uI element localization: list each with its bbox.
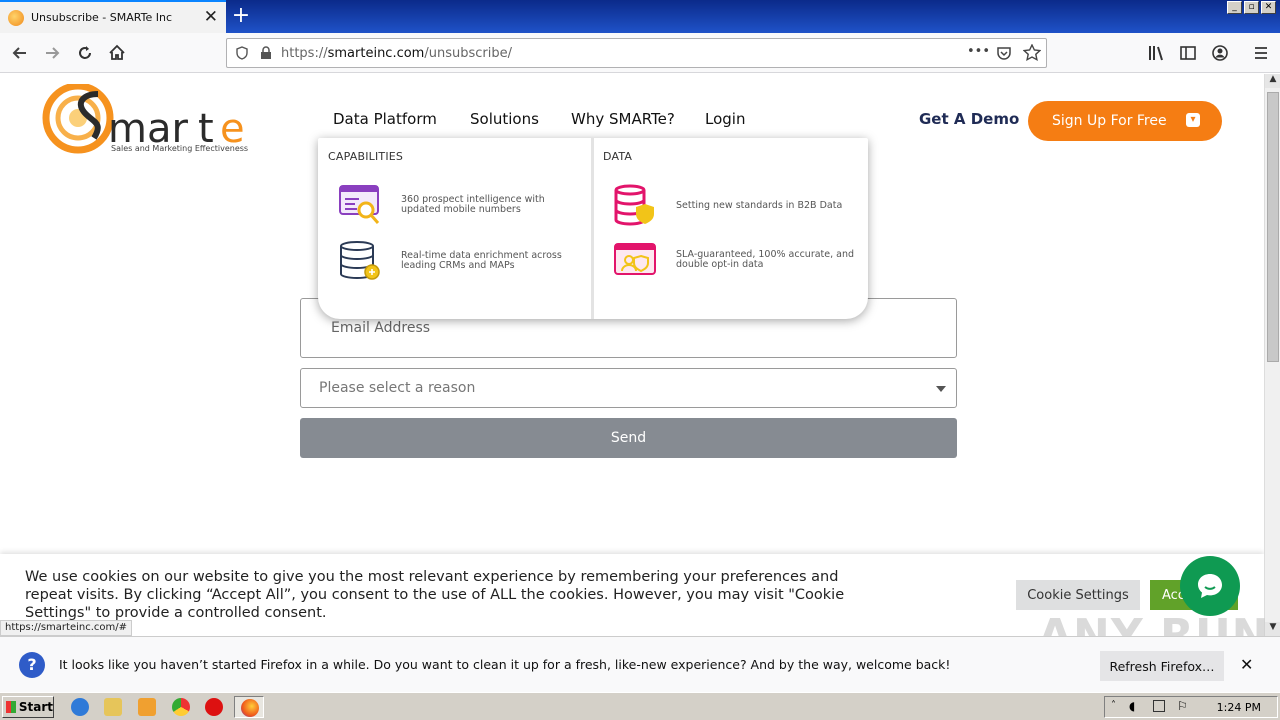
refresh-firefox-button[interactable]: Refresh Firefox… <box>1100 651 1224 681</box>
scroll-up-icon[interactable]: ▲ <box>1265 74 1280 88</box>
sidebar-icon[interactable] <box>1179 44 1197 62</box>
tab-strip: Unsubscribe - SMARTe Inc ✕ + _ ▫ ✕ <box>0 0 1280 33</box>
tab-active[interactable]: Unsubscribe - SMARTe Inc ✕ <box>0 0 226 33</box>
explorer-folder-icon[interactable] <box>104 698 122 716</box>
back-button[interactable] <box>8 41 32 65</box>
url-text: https://smarteinc.com/unsubscribe/ <box>281 45 512 61</box>
menu-icon[interactable] <box>1252 44 1270 62</box>
cookie-settings-button[interactable]: Cookie Settings <box>1016 580 1140 610</box>
cookie-text: We use cookies on our website to give yo… <box>25 569 845 621</box>
clock[interactable]: 1:24 PM <box>1217 701 1261 714</box>
data-item-sla[interactable]: SLA-guaranteed, 100% accurate, and doubl… <box>613 240 856 280</box>
data-text: SLA-guaranteed, 100% accurate, and doubl… <box>676 249 855 270</box>
account-icon[interactable] <box>1211 44 1229 62</box>
notification-message: It looks like you haven’t started Firefo… <box>59 657 951 672</box>
nav-why-smarte[interactable]: Why SMARTe? <box>571 110 675 128</box>
link-status-bar: https://smarteinc.com/# <box>0 620 133 636</box>
library-icon[interactable] <box>1147 44 1165 62</box>
minimize-button[interactable]: _ <box>1227 1 1242 14</box>
dropdown-divider <box>591 138 594 319</box>
windows-taskbar: Start ˄ ◖ ⚐ 1:24 PM <box>0 692 1280 720</box>
firefox-notification-bar: ? It looks like you haven’t started Fire… <box>0 636 1280 692</box>
signup-button[interactable]: Sign Up For Free ▾ <box>1028 101 1222 141</box>
database-shield-icon <box>614 184 654 226</box>
tray-expand-icon[interactable]: ˄ <box>1111 700 1116 711</box>
tab-close-icon[interactable]: ✕ <box>204 9 218 26</box>
reason-select[interactable]: Please select a reason <box>300 368 957 408</box>
chevron-down-icon: ▾ <box>1186 113 1200 127</box>
signup-label: Sign Up For Free <box>1052 113 1167 129</box>
reload-icon <box>79 46 91 59</box>
chrome-icon[interactable] <box>172 698 190 716</box>
capability-item-prospect[interactable]: 360 prospect intelligence with updated m… <box>338 184 581 226</box>
firefox-icon <box>241 699 259 717</box>
new-tab-button[interactable]: + <box>230 3 252 29</box>
maximize-button[interactable]: ▫ <box>1244 1 1259 14</box>
get-demo-link[interactable]: Get A Demo <box>919 110 1019 128</box>
tab-title: Unsubscribe - SMARTe Inc <box>31 11 172 24</box>
window-controls: _ ▫ ✕ <box>1227 1 1276 14</box>
ie-icon[interactable] <box>71 698 89 716</box>
taskbar-firefox-button[interactable] <box>234 696 264 718</box>
search-profile-icon <box>339 185 380 224</box>
nav-solutions[interactable]: Solutions <box>470 110 539 128</box>
page-scrollbar[interactable]: ▲ ▼ <box>1264 74 1280 636</box>
home-button[interactable] <box>105 41 129 65</box>
nav-login[interactable]: Login <box>705 110 745 128</box>
page-actions-icon[interactable]: ••• <box>967 44 990 59</box>
database-icon <box>340 241 380 280</box>
address-bar[interactable]: https://smarteinc.com/unsubscribe/ ••• <box>226 38 1047 68</box>
pocket-icon[interactable] <box>996 45 1012 61</box>
volume-icon[interactable]: ◖ <box>1129 699 1135 713</box>
scroll-thumb[interactable] <box>1267 92 1279 362</box>
shield-icon[interactable] <box>235 46 249 60</box>
reason-placeholder: Please select a reason <box>319 380 476 396</box>
opera-icon[interactable] <box>205 698 223 716</box>
windows-logo-icon <box>6 701 16 713</box>
start-button[interactable]: Start <box>2 696 54 718</box>
lock-icon[interactable] <box>259 46 273 60</box>
home-icon <box>109 44 125 60</box>
web-page: mar t e Sales and Marketing Effectivenes… <box>0 74 1264 636</box>
system-tray: ˄ ◖ ⚐ 1:24 PM <box>1104 696 1278 718</box>
flag-icon[interactable]: ⚐ <box>1177 699 1188 713</box>
capabilities-heading: CAPABILITIES <box>328 150 404 163</box>
verified-user-icon <box>614 243 656 275</box>
logo-tagline: Sales and Marketing Effectiveness <box>111 144 249 153</box>
capability-item-enrichment[interactable]: Real-time data enrichment across leading… <box>338 240 581 282</box>
forward-arrow-icon <box>46 47 60 59</box>
forward-button[interactable] <box>40 41 64 65</box>
site-favicon-icon <box>8 9 24 26</box>
start-label: Start <box>18 700 53 714</box>
capability-text: Real-time data enrichment across leading… <box>401 250 562 271</box>
back-arrow-icon <box>12 47 26 59</box>
caret-down-icon <box>936 386 946 392</box>
navigation-toolbar: https://smarteinc.com/unsubscribe/ ••• <box>0 33 1280 73</box>
data-item-standards[interactable]: Setting new standards in B2B Data <box>613 184 856 228</box>
question-icon: ? <box>19 652 45 678</box>
reload-button[interactable] <box>73 41 97 65</box>
data-platform-dropdown: CAPABILITIES DATA 360 prospect intellige… <box>318 138 868 319</box>
email-placeholder: Email Address <box>331 320 431 336</box>
chat-widget-button[interactable] <box>1180 556 1240 616</box>
send-button[interactable]: Send <box>300 418 957 458</box>
nav-data-platform[interactable]: Data Platform <box>333 110 437 128</box>
close-window-button[interactable]: ✕ <box>1261 1 1276 14</box>
chat-bubble-icon <box>1198 574 1222 598</box>
data-heading: DATA <box>603 150 633 163</box>
media-player-icon[interactable] <box>138 698 156 716</box>
network-icon[interactable] <box>1153 700 1165 712</box>
smarte-logo[interactable]: mar t e Sales and Marketing Effectivenes… <box>42 82 267 156</box>
bookmark-star-icon[interactable] <box>1023 44 1041 62</box>
data-text: Setting new standards in B2B Data <box>676 200 843 211</box>
capability-text: 360 prospect intelligence with updated m… <box>401 194 545 215</box>
close-notification-icon[interactable]: ✕ <box>1240 655 1253 674</box>
